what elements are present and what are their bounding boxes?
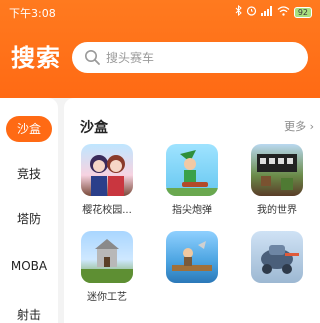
sidebar-item-moba[interactable]: MOBA bbox=[0, 259, 58, 273]
status-time: 下午3:08 bbox=[9, 7, 56, 20]
sidebar-item-label: 竞技 bbox=[16, 167, 41, 181]
game-item[interactable]: 我的世界 bbox=[245, 144, 309, 216]
status-icons: 92 bbox=[235, 4, 312, 19]
mini-craft-icon bbox=[81, 231, 133, 283]
sidebar-item-tower-defense[interactable]: 塔防 bbox=[0, 210, 58, 227]
sakura-school-icon bbox=[81, 144, 133, 196]
wifi-icon bbox=[277, 5, 290, 19]
game-item[interactable]: 樱花校园... bbox=[75, 144, 139, 216]
game-name: 迷你工艺 bbox=[87, 292, 127, 303]
search-input[interactable] bbox=[106, 42, 296, 73]
status-bar: 下午3:08 92 bbox=[0, 0, 320, 24]
game-item[interactable]: 迷你工艺 bbox=[75, 231, 139, 303]
search-box[interactable] bbox=[72, 42, 308, 73]
raft-game-icon bbox=[166, 231, 218, 283]
game-item[interactable] bbox=[160, 231, 224, 288]
game-item[interactable] bbox=[245, 231, 309, 288]
page-title: 搜索 bbox=[11, 44, 61, 72]
sidebar-item-shooter[interactable]: 射击 bbox=[0, 306, 58, 323]
search-icon bbox=[84, 49, 101, 66]
game-list-panel: 沙盒 更多 › 樱花校园... 指尖炮弹 我的世界 迷你工艺 bbox=[64, 98, 320, 323]
game-item[interactable]: 指尖炮弹 bbox=[160, 144, 224, 216]
game-name: 樱花校园... bbox=[82, 205, 132, 216]
game-name: 我的世界 bbox=[257, 205, 297, 216]
game-name: 指尖炮弹 bbox=[172, 205, 212, 216]
sidebar-item-label: 塔防 bbox=[16, 212, 41, 226]
more-label: 更多 bbox=[284, 120, 307, 133]
signal-icon bbox=[260, 5, 273, 19]
sidebar-item-sandbox[interactable]: 沙盒 bbox=[0, 116, 58, 142]
header: 下午3:08 92 搜索 bbox=[0, 0, 320, 98]
sidebar-item-label: 射击 bbox=[16, 308, 41, 322]
sidebar-item-label: MOBA bbox=[10, 259, 48, 273]
sidebar-item-competitive[interactable]: 竞技 bbox=[0, 165, 58, 182]
chevron-right-icon: › bbox=[309, 120, 314, 133]
section-title: 沙盒 bbox=[80, 120, 108, 136]
alarm-icon bbox=[246, 5, 257, 19]
finger-cannon-icon bbox=[166, 144, 218, 196]
bluetooth-icon bbox=[235, 4, 242, 19]
minecraft-icon bbox=[251, 144, 303, 196]
sidebar-item-label: 沙盒 bbox=[6, 116, 52, 142]
category-sidebar: 沙盒 竞技 塔防 MOBA 射击 bbox=[0, 98, 58, 323]
robot-game-icon bbox=[251, 231, 303, 283]
battery-icon: 92 bbox=[293, 6, 312, 18]
more-link[interactable]: 更多 › bbox=[284, 118, 314, 134]
